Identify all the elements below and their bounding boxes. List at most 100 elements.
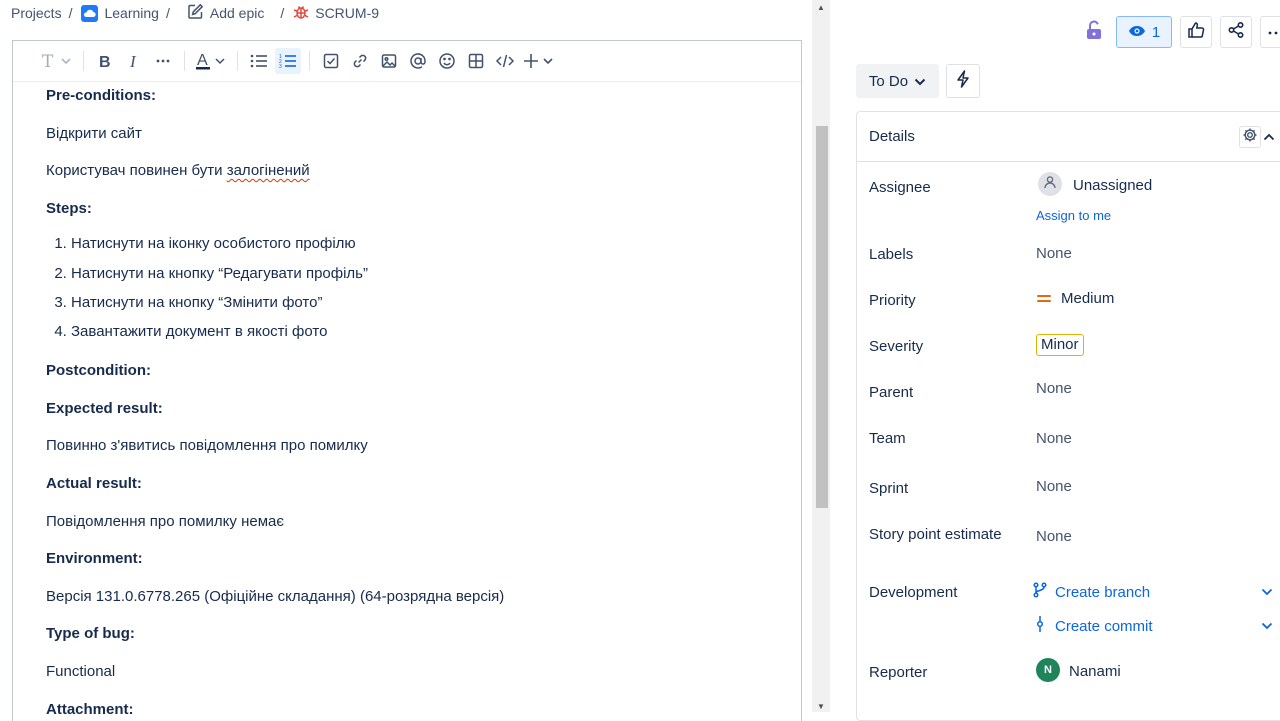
chevron-up-icon xyxy=(1263,128,1275,145)
status-dropdown[interactable]: To Do xyxy=(856,64,939,98)
watch-button[interactable]: 1 xyxy=(1116,16,1172,48)
create-commit-link[interactable]: Create commit xyxy=(1033,615,1153,637)
scroll-up-arrow-icon[interactable]: ▲ xyxy=(816,2,826,12)
details-header[interactable]: Details xyxy=(857,112,1280,162)
text-segment: Користувач повинен бути xyxy=(46,162,227,180)
actual-result-text: Повідомлення про помилку немає xyxy=(46,512,285,530)
chevron-down-icon xyxy=(914,73,926,90)
more-icon xyxy=(1265,23,1279,41)
mention-button[interactable] xyxy=(405,48,431,74)
text-color-dropdown[interactable]: A xyxy=(193,48,229,74)
severity-label: Severity xyxy=(869,338,924,355)
steps-list: Натиснути на іконку особистого профілю Н… xyxy=(46,234,801,359)
assign-to-me-link[interactable]: Assign to me xyxy=(1036,208,1111,223)
breadcrumb-learning-label: Learning xyxy=(104,5,159,21)
text-style-dropdown[interactable]: T xyxy=(39,48,75,74)
insert-dropdown[interactable] xyxy=(521,48,557,74)
breadcrumb-separator: / xyxy=(165,5,170,21)
thumbs-up-icon xyxy=(1187,21,1205,44)
edit-icon xyxy=(187,3,204,23)
editor-toolbar: T B I A 123 xyxy=(13,41,801,82)
code-button[interactable] xyxy=(492,48,518,74)
misspelled-word[interactable]: залогінений xyxy=(227,162,310,179)
svg-text:A: A xyxy=(197,52,208,69)
list-item: Натиснути на кнопку “Редагувати профіль” xyxy=(71,264,801,293)
share-icon xyxy=(1227,21,1245,44)
priority-medium-icon xyxy=(1036,292,1052,309)
breadcrumb-separator: / xyxy=(280,5,285,21)
chevron-down-icon[interactable] xyxy=(1261,617,1273,635)
environment-heading: Environment: xyxy=(46,550,143,568)
numbered-list-button[interactable]: 123 xyxy=(275,48,301,74)
team-value[interactable]: None xyxy=(1036,430,1072,447)
vote-button[interactable] xyxy=(1180,16,1212,48)
breadcrumb-add-epic-label: Add epic xyxy=(209,5,265,21)
parent-label: Parent xyxy=(869,384,914,401)
description-content[interactable]: Pre-conditions: Відкрити сайт Користувач… xyxy=(13,82,801,721)
assignee-value[interactable]: Unassigned xyxy=(1073,177,1152,194)
story-point-value[interactable]: None xyxy=(1036,528,1072,545)
toolbar-divider xyxy=(83,51,84,71)
reporter-label: Reporter xyxy=(869,664,928,681)
reporter-name[interactable]: Nanami xyxy=(1069,663,1121,680)
breadcrumb: Projects / Learning / Add epic / SCRUM-9 xyxy=(0,0,820,26)
sprint-value[interactable]: None xyxy=(1036,478,1072,495)
details-title: Details xyxy=(869,128,915,145)
pre-condition-line: Користувач повинен бути залогінений xyxy=(46,159,801,197)
branch-icon xyxy=(1033,582,1047,602)
more-formatting-button[interactable] xyxy=(150,48,176,74)
description-editor[interactable]: T B I A 123 Pre-conditions: Відкрити сай… xyxy=(12,40,802,721)
status-label: To Do xyxy=(868,72,909,90)
svg-text:T: T xyxy=(42,52,54,70)
list-item: Натиснути на кнопку “Змінити фото” xyxy=(71,293,801,322)
chevron-down-icon[interactable] xyxy=(1261,583,1273,601)
more-actions-button[interactable] xyxy=(1260,16,1280,48)
type-of-bug-heading: Type of bug: xyxy=(46,625,135,643)
bold-button[interactable]: B xyxy=(92,48,118,74)
severity-badge[interactable]: Minor xyxy=(1036,334,1084,356)
task-list-button[interactable] xyxy=(318,48,344,74)
breadcrumb-separator: / xyxy=(68,5,73,21)
image-button[interactable] xyxy=(376,48,402,74)
priority-label: Priority xyxy=(869,292,916,309)
italic-button[interactable]: I xyxy=(121,48,147,74)
restrictions-button[interactable] xyxy=(1080,16,1108,48)
gear-icon xyxy=(1242,127,1258,147)
breadcrumb-learning[interactable]: Learning xyxy=(81,4,159,22)
create-branch-link[interactable]: Create branch xyxy=(1033,582,1150,602)
steps-heading: Steps: xyxy=(46,199,92,217)
automation-button[interactable] xyxy=(946,64,980,98)
table-button[interactable] xyxy=(463,48,489,74)
share-button[interactable] xyxy=(1220,16,1252,48)
parent-value[interactable]: None xyxy=(1036,380,1072,397)
expected-result-heading: Expected result: xyxy=(46,399,163,417)
collapse-details-button[interactable] xyxy=(1262,126,1276,146)
bullet-list-button[interactable] xyxy=(246,48,272,74)
story-point-label: Story point estimate xyxy=(869,526,1002,543)
actual-result-heading: Actual result: xyxy=(46,475,142,493)
pre-conditions-heading: Pre-conditions: xyxy=(46,87,157,104)
type-of-bug-text: Functional xyxy=(46,663,116,681)
svg-text:I: I xyxy=(129,53,137,69)
labels-label: Labels xyxy=(869,246,914,263)
priority-value[interactable]: Medium xyxy=(1061,290,1114,307)
list-item: Завантажити документ в якості фото xyxy=(71,322,801,359)
scrollbar-thumb[interactable] xyxy=(816,126,828,508)
lightning-icon xyxy=(956,69,970,93)
expected-result-text: Повинно з'явитись повідомлення про помил… xyxy=(46,437,368,455)
breadcrumb-add-epic[interactable]: Add epic xyxy=(187,3,264,23)
avatar[interactable]: N xyxy=(1036,658,1060,682)
breadcrumb-projects[interactable]: Projects xyxy=(11,5,62,21)
list-item: Натиснути на іконку особистого профілю xyxy=(71,234,801,263)
emoji-button[interactable] xyxy=(434,48,460,74)
link-button[interactable] xyxy=(347,48,373,74)
toolbar-divider xyxy=(309,51,310,71)
labels-value[interactable]: None xyxy=(1036,245,1072,262)
configure-fields-button[interactable] xyxy=(1239,126,1261,148)
toolbar-divider xyxy=(184,51,185,71)
sprint-label: Sprint xyxy=(869,480,909,497)
breadcrumb-issue-key[interactable]: SCRUM-9 xyxy=(293,4,379,23)
avatar[interactable] xyxy=(1038,172,1062,196)
postcondition-heading: Postcondition: xyxy=(46,362,151,380)
scroll-down-arrow-icon[interactable]: ▼ xyxy=(816,701,826,711)
